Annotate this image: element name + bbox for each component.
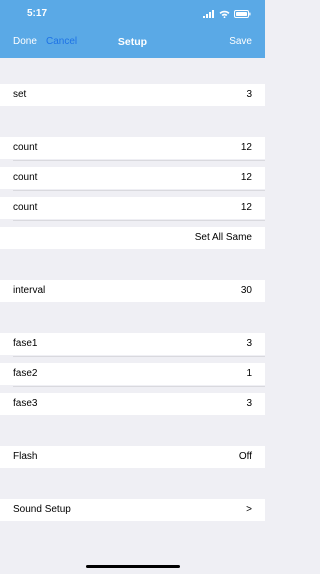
separator [13,190,265,191]
fase3-value: 3 [246,398,252,409]
signal-icon [203,10,214,18]
fase1-label: fase1 [13,338,38,349]
fase3-label: fase3 [13,398,38,409]
interval-label: interval [13,285,46,296]
count-row-2[interactable]: count 12 [0,167,265,189]
sound-setup-row[interactable]: Sound Setup > [0,499,265,521]
count-label: count [13,202,38,213]
done-button[interactable]: Done [13,36,37,47]
set-value: 3 [246,89,252,100]
interval-row[interactable]: interval 30 [0,280,265,302]
count-label: count [13,142,38,153]
count-value: 12 [240,142,252,153]
flash-label: Flash [13,451,38,462]
separator [13,160,265,161]
count-label: count [13,172,38,183]
set-label: set [13,89,27,100]
status-bar: 5:17 [0,0,265,28]
separator [13,220,265,221]
fase2-row[interactable]: fase2 1 [0,363,265,385]
cancel-button[interactable]: Cancel [46,36,77,47]
fase2-value: 1 [246,368,252,379]
wifi-icon [219,10,230,18]
battery-icon [234,10,251,18]
header: 5:17 Done Cancel Setup Save [0,0,265,58]
fase1-row[interactable]: fase1 3 [0,333,265,355]
count-row-1[interactable]: count 12 [0,137,265,159]
sound-setup-label: Sound Setup [13,504,71,515]
status-icons [203,9,251,19]
fase1-value: 3 [246,338,252,349]
set-all-same-button[interactable]: Set All Same [195,232,252,243]
chevron-right-icon: > [246,504,252,515]
set-row[interactable]: set 3 [0,84,265,106]
home-indicator [86,565,180,568]
interval-value: 30 [240,285,252,296]
page-title: Setup [117,36,148,48]
count-value: 12 [240,202,252,213]
separator [13,356,265,357]
flash-row[interactable]: Flash Off [0,446,265,468]
count-value: 12 [240,172,252,183]
set-all-same-row[interactable]: Set All Same [0,227,265,249]
count-row-3[interactable]: count 12 [0,197,265,219]
page-title-wrap: Setup [0,36,265,48]
save-button[interactable]: Save [229,36,252,47]
status-time: 5:17 [27,8,48,19]
separator [13,386,265,387]
fase3-row[interactable]: fase3 3 [0,393,265,415]
nav-bar: Done Cancel Setup Save [0,34,265,52]
flash-value: Off [238,451,252,462]
fase2-label: fase2 [13,368,38,379]
